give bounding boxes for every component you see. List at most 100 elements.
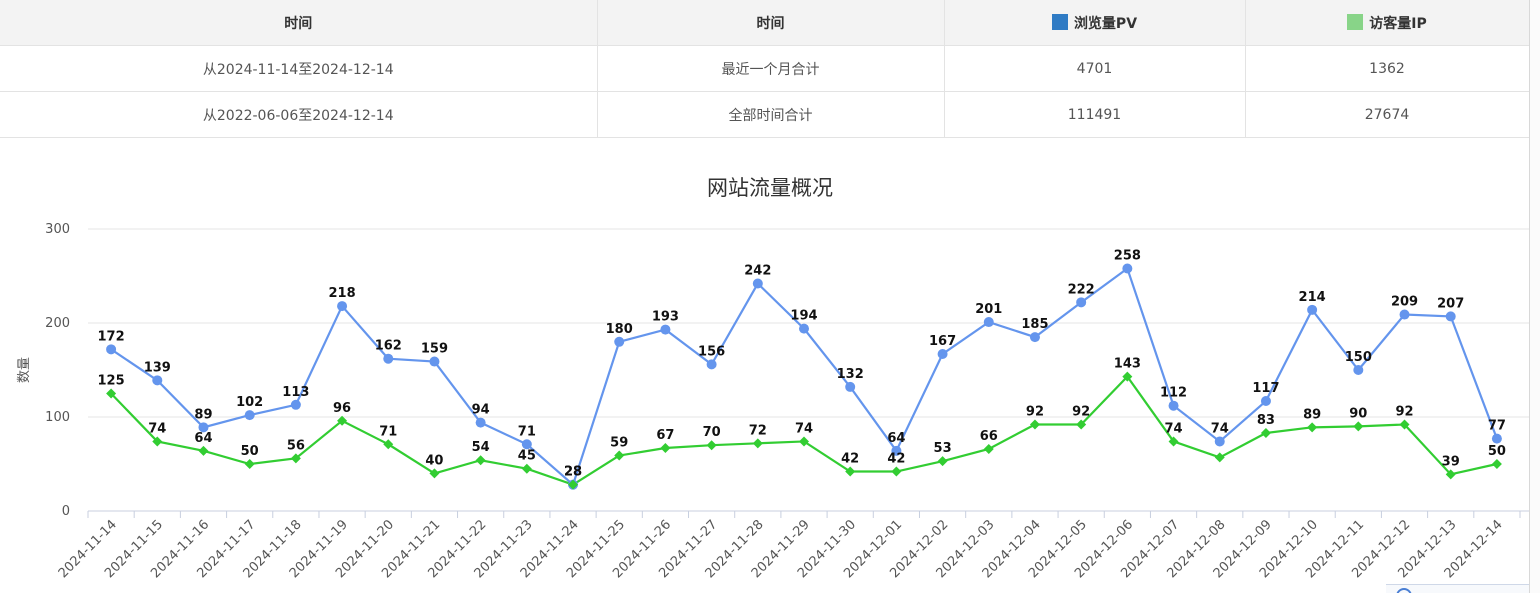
pv-data-label: 132 (837, 367, 864, 382)
ip-data-label: 39 (1442, 454, 1460, 469)
ip-data-label: 125 (98, 374, 125, 389)
ip-data-label: 92 (1395, 405, 1413, 420)
row-time-range: 从2022-06-06至2024-12-14 (0, 91, 598, 138)
pv-data-point (244, 410, 255, 421)
pv-data-label: 218 (328, 286, 355, 301)
ip-data-label: 40 (425, 453, 443, 468)
pv-data-point (475, 417, 486, 428)
pv-data-label: 172 (98, 329, 125, 344)
pv-data-point (383, 353, 394, 364)
ip-data-label: 64 (194, 431, 212, 446)
ip-data-point (660, 443, 671, 454)
table-row: 从2022-06-06至2024-12-14 全部时间合计 111491 276… (0, 91, 1530, 138)
pv-data-label: 77 (1488, 419, 1506, 434)
ip-data-label: 71 (379, 424, 397, 439)
ip-data-point (1307, 422, 1318, 433)
ip-data-label: 72 (749, 423, 767, 438)
ip-data-point (521, 463, 532, 474)
y-tick-label: 0 (62, 504, 70, 519)
pv-data-label: 194 (790, 309, 817, 324)
pv-data-point (1491, 433, 1502, 444)
ip-data-point (1029, 419, 1040, 430)
ip-data-label: 54 (472, 440, 490, 455)
pv-data-label: 180 (606, 322, 633, 337)
ip-data-label: 90 (1349, 406, 1367, 421)
ip-data-label: 50 (1488, 444, 1506, 459)
header-pv: 浏览量PV (944, 0, 1246, 46)
pv-data-label: 185 (1021, 317, 1048, 332)
row-time-range: 从2024-11-14至2024-12-14 (0, 45, 598, 92)
pv-data-point (1399, 309, 1410, 320)
ip-data-label: 28 (564, 465, 582, 480)
ip-data-label: 42 (841, 452, 859, 467)
header-time-label: 时间 (597, 0, 945, 46)
ip-data-point (244, 459, 255, 469)
pv-data-point (1076, 297, 1087, 308)
pv-data-label: 139 (144, 360, 171, 375)
pv-data-point (1122, 263, 1133, 274)
pv-data-point (937, 349, 948, 360)
pv-data-label: 209 (1391, 295, 1418, 310)
pv-data-label: 207 (1437, 296, 1464, 311)
pv-data-point (660, 324, 671, 335)
header-pv-label: 浏览量PV (1073, 15, 1138, 32)
page-scrollbar[interactable] (1529, 0, 1540, 593)
ip-data-label: 74 (1165, 421, 1183, 436)
traffic-summary-table: 时间 时间 浏览量PV 访客量IP 从2024-11-14至2024-12-14… (0, 0, 1530, 138)
pv-data-label: 167 (929, 334, 956, 349)
pv-data-point (106, 344, 117, 355)
pv-data-point (1307, 304, 1318, 315)
pv-data-point (983, 317, 994, 328)
row-ip-value: 27674 (1245, 91, 1530, 138)
ip-data-point (1491, 459, 1502, 469)
table-header-row: 时间 时间 浏览量PV 访客量IP (0, 0, 1530, 46)
traffic-stats-page: 时间 时间 浏览量PV 访客量IP 从2024-11-14至2024-12-14… (0, 0, 1540, 593)
ip-data-point (937, 456, 948, 467)
pv-data-label: 89 (194, 407, 212, 422)
ip-data-point (706, 440, 717, 451)
ip-data-label: 89 (1303, 407, 1321, 422)
ip-data-label: 92 (1026, 405, 1044, 420)
pv-data-point (337, 301, 348, 312)
pv-data-label: 201 (975, 302, 1002, 317)
pv-data-label: 156 (698, 344, 725, 359)
pv-legend-swatch (1051, 13, 1068, 30)
ip-data-label: 67 (656, 428, 674, 443)
ip-data-point (198, 445, 209, 456)
ip-data-point (475, 455, 486, 466)
ip-data-label: 56 (287, 438, 305, 453)
pv-data-label: 71 (518, 424, 536, 439)
row-pv-value: 111491 (944, 91, 1246, 138)
pv-data-label: 150 (1345, 350, 1372, 365)
traffic-line-chart: 网站流量概况 0 100 200 300 数量 2024-11-14 2024-11-15 2… (0, 138, 1529, 593)
ip-data-label: 83 (1257, 413, 1275, 428)
y-tick-label: 100 (45, 410, 70, 425)
pv-data-point (799, 323, 809, 334)
row-ip-value: 1362 (1245, 45, 1530, 92)
pv-data-label: 193 (652, 310, 679, 325)
ip-data-label: 45 (518, 449, 536, 464)
ip-data-point (1353, 421, 1364, 432)
pv-data-point (1168, 400, 1179, 411)
floating-widget[interactable] (1386, 584, 1529, 593)
ip-data-point (1214, 452, 1225, 463)
pv-data-point (1029, 332, 1040, 343)
pv-data-label: 102 (236, 395, 263, 410)
ip-data-label: 143 (1114, 357, 1141, 372)
widget-circle-icon[interactable] (1396, 588, 1412, 593)
pv-data-label: 242 (744, 264, 771, 279)
y-tick-label: 200 (45, 316, 70, 331)
pv-data-point (845, 381, 856, 392)
ip-legend-swatch (1347, 13, 1364, 30)
header-ip-label: 访客量IP (1369, 15, 1427, 32)
chart-canvas: 0100200300数量2024-11-142024-11-152024-11-… (17, 222, 1529, 581)
ip-data-label: 92 (1072, 405, 1090, 420)
pv-data-point (152, 375, 163, 386)
ip-data-label: 50 (241, 444, 259, 459)
pv-data-label: 112 (1160, 386, 1187, 401)
y-axis-label: 数量 (17, 357, 32, 383)
ip-data-point (752, 438, 763, 449)
pv-data-label: 74 (1211, 421, 1229, 436)
pv-data-label: 64 (887, 431, 905, 446)
ip-data-label: 70 (703, 425, 721, 440)
